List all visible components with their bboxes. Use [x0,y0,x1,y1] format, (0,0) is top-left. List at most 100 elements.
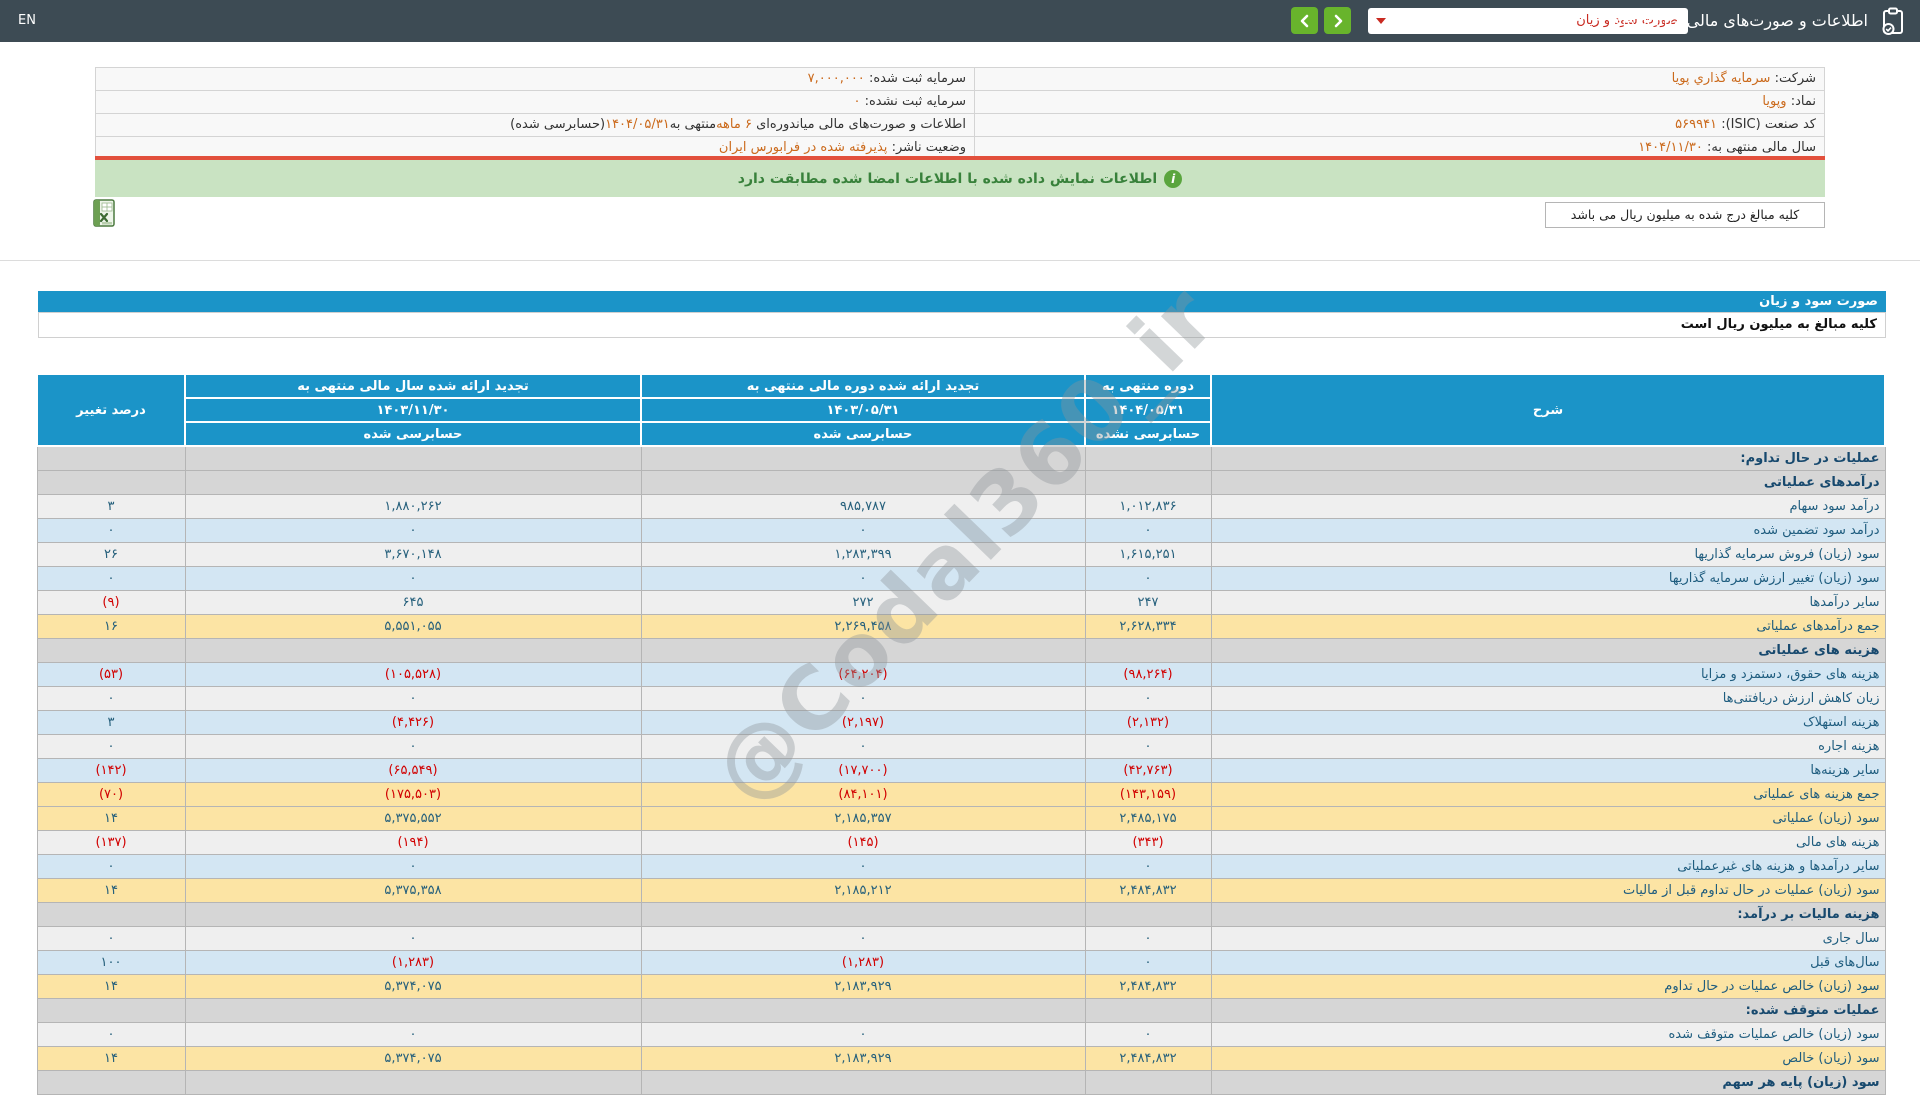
table-row: هزینه های مالی (۳۴۳) (۱۴۵) (۱۹۴) (۱۳۷) [36,829,1886,855]
row-label-cell: سال‌های قبل [1210,949,1886,975]
prior-period-cell: ۱,۲۸۳,۳۹۹ [640,541,1086,567]
prior-period-cell: ۹۸۵,۷۸۷ [640,493,1086,519]
prior-year-cell: (۱۹۴) [184,829,642,855]
current-period-cell: ۲۴۷ [1084,589,1212,615]
prior-period-cell: ۰ [640,733,1086,759]
prior-period-cell [640,1069,1086,1095]
percent-change-cell: ۱۰۰ [36,949,186,975]
info-value: ۷,۰۰۰,۰۰۰ [807,71,865,86]
table-row: سود (زیان) تغییر ارزش سرمایه گذاریها ۰ ۰ ۰ ۰ [36,565,1886,591]
capital-info-cell: اطلاعات و صورت‌های مالی میاندوره‌ای ۶ ما… [94,114,974,136]
current-period-cell: ۲,۴۸۴,۸۳۲ [1084,877,1212,903]
info-label: سرمایه ثبت شده: [868,71,966,86]
prior-year-cell [184,1069,642,1095]
excel-export-icon[interactable] [88,197,120,229]
table-row: سود (زیان) عملیات در حال تداوم قبل از ما… [36,877,1886,903]
table-row: سایر درآمدها ۲۴۷ ۲۷۲ ۶۴۵ (۹) [36,589,1886,615]
clipboard-icon [1882,7,1903,35]
table-row: درآمد سود سهام ۱,۰۱۲,۸۳۶ ۹۸۵,۷۸۷ ۱,۸۸۰,۲۶۲ ۳ [36,493,1886,519]
percent-change-cell [36,1069,186,1095]
prior-period-cell: ۰ [640,565,1086,591]
table-row: هزینه استهلاک (۲,۱۳۲) (۲,۱۹۷) (۴,۴۲۶) ۳ [36,709,1886,735]
info-icon: i [1164,169,1183,188]
row-label-cell: سایر هزینه‌ها [1210,757,1886,783]
info-text-part: ۱۴۰۴/۰۵/۳۱ [605,117,670,132]
prior-year-cell: ۳,۶۷۰,۱۴۸ [184,541,642,567]
prior-year-cell: ۶۴۵ [184,589,642,615]
percent-change-cell: (۷۰) [36,781,186,807]
company-info-cell: کد صنعت (ISIC): ۵۶۹۹۴۱ [974,114,1824,136]
info-value: وپویا [1762,94,1787,109]
company-info-cell: نماد: وپویا [974,91,1824,113]
prior-year-cell [184,469,642,495]
prior-period-cell: ۲,۱۸۵,۲۱۲ [640,877,1086,903]
info-label: کد صنعت (ISIC): [1721,117,1816,132]
current-period-cell [1084,1069,1212,1095]
table-header: شرح دوره منتهی به تجدید ارائه شده دوره م… [36,373,1886,447]
table-row: سود (زیان) خالص عملیات در حال تداوم ۲,۴۸۴… [36,973,1886,999]
table-row: سود (زیان) خالص عملیات متوقف شده ۰ ۰ ۰ ۰ [36,1021,1886,1047]
row-label-cell: درآمدهای عملیاتی [1210,469,1886,495]
row-label-cell: سود (زیان) پایه هر سهم [1210,1069,1886,1095]
row-label-cell: درآمد سود تضمین شده [1210,517,1886,543]
prior-year-cell: (۴,۴۲۶) [184,709,642,735]
row-label-cell: هزینه اجاره [1210,733,1886,759]
row-label-cell: سایر درآمدها [1210,589,1886,615]
percent-change-cell: ۱۴ [36,805,186,831]
current-period-cell [1084,445,1212,471]
prior-period-cell: (۱۷,۷۰۰) [640,757,1086,783]
prior-year-cell [184,637,642,663]
row-label-cell: درآمد سود سهام [1210,493,1886,519]
next-button[interactable] [1324,7,1351,34]
header-prior-year-date: ۱۴۰۳/۱۱/۳۰ [184,397,642,423]
row-label-cell: جمع درآمدهای عملیاتی [1210,613,1886,639]
row-label-cell: سود (زیان) عملیات در حال تداوم قبل از ما… [1210,877,1886,903]
row-label-cell: هزینه های مالی [1210,829,1886,855]
table-row: درآمدهای عملیاتی [36,469,1886,495]
percent-change-cell: ۳ [36,493,186,519]
prior-year-cell [184,445,642,471]
info-label: وضعیت ناشر: [891,140,966,155]
language-link[interactable]: EN [18,0,36,42]
prior-period-cell [640,445,1086,471]
table-row: سال جاری ۰ ۰ ۰ ۰ [36,925,1886,951]
table-row: سود (زیان) فروش سرمایه گذاریها ۱,۶۱۵,۲۵۱ ۱… [36,541,1886,567]
current-period-cell: ۰ [1084,925,1212,951]
percent-change-cell: ۱۴ [36,877,186,903]
info-row: شرکت: سرمایه گذاري پویا سرمایه ثبت شده: ۷… [96,68,1824,91]
prior-period-cell: (۱,۲۸۳) [640,949,1086,975]
info-text-part: ۶ ماهه [716,117,752,132]
current-period-cell: (۴۲,۷۶۳) [1084,757,1212,783]
prior-year-cell: (۱,۲۸۳) [184,949,642,975]
prior-year-cell: ۰ [184,1021,642,1047]
current-period-cell: ۰ [1084,853,1212,879]
current-period-cell [1084,997,1212,1023]
table-row: سایر هزینه‌ها (۴۲,۷۶۳) (۱۷,۷۰۰) (۶۵,۵۴۹) (۱۴… [36,757,1886,783]
row-label-cell: عملیات در حال تداوم: [1210,445,1886,471]
percent-change-cell: ۱۴ [36,1045,186,1071]
prior-period-cell: ۰ [640,1021,1086,1047]
prior-year-cell: ۰ [184,685,642,711]
header-current-period-date: ۱۴۰۴/۰۵/۳۱ [1084,397,1212,423]
percent-change-cell: (۵۳) [36,661,186,687]
prior-period-cell [640,637,1086,663]
table-row: سود (زیان) پایه هر سهم [36,1069,1886,1095]
prior-period-cell: ۲,۲۶۹,۴۵۸ [640,613,1086,639]
prior-period-cell: ۲,۱۸۳,۹۲۹ [640,973,1086,999]
topbar: EN صورت سود و زیان اطلاعات و صورت‌های ما… [0,0,1920,42]
prior-year-cell: ۰ [184,733,642,759]
chevron-left-icon [1300,14,1308,27]
table-row: عملیات در حال تداوم: [36,445,1886,471]
prev-button[interactable] [1291,7,1318,34]
percent-change-cell: ۰ [36,517,186,543]
header-prior-period: تجدید ارائه شده دوره مالی منتهی به [640,373,1086,399]
current-period-cell: ۱,۶۱۵,۲۵۱ [1084,541,1212,567]
amounts-note-box: کلیه مبالغ درج شده به میلیون ریال می باش… [1545,202,1825,228]
row-label-cell: هزینه های عملیاتی [1210,637,1886,663]
prior-period-cell [640,901,1086,927]
table-row: جمع درآمدهای عملیاتی ۲,۶۲۸,۳۳۴ ۲,۲۶۹,۴۵۸ ۵,… [36,613,1886,639]
info-value: سرمایه گذاري پویا [1671,71,1771,86]
header-current-period-audit: حسابرسی نشده [1084,421,1212,447]
percent-change-cell [36,997,186,1023]
prior-year-cell [184,901,642,927]
